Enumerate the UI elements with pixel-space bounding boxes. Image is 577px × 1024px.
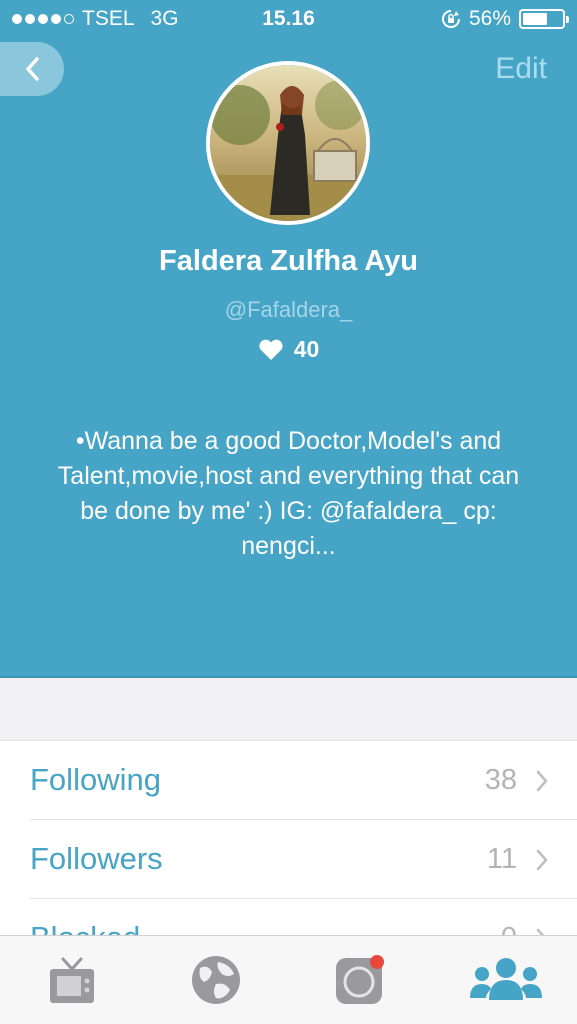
profile-name: Faldera Zulfha Ayu (159, 245, 418, 277)
heart-icon (259, 339, 283, 360)
list-item-count: 38 (484, 763, 517, 796)
followers-row[interactable]: Followers 11 (30, 820, 577, 899)
chevron-right-icon (536, 770, 548, 792)
chevron-right-icon (536, 849, 548, 871)
section-spacer (0, 676, 577, 740)
status-right: 56% (441, 7, 569, 31)
people-icon (470, 958, 542, 1000)
chevron-left-icon (26, 57, 39, 81)
status-bar: TSEL 3G 15.16 56% (0, 0, 577, 40)
edit-button[interactable]: Edit (495, 52, 547, 86)
list-item-count: 11 (486, 842, 517, 875)
likes-count: 40 (0, 336, 577, 363)
list-item-label: Followers (30, 841, 163, 876)
tab-people[interactable] (466, 952, 546, 1008)
battery-percent: 56% (468, 7, 511, 30)
battery-icon (519, 9, 569, 29)
blocked-row[interactable]: Blocked 0 (30, 899, 577, 940)
tab-bar (0, 935, 577, 1024)
tab-record[interactable] (330, 952, 390, 1008)
tv-icon (50, 957, 94, 1003)
tab-tv[interactable] (42, 952, 102, 1008)
camera-record-icon (336, 955, 384, 1004)
rotation-lock-icon (442, 10, 460, 28)
avatar-photo (210, 65, 366, 221)
profile-header: TSEL 3G 15.16 56% Edit Faldera Zulfha Ay… (0, 0, 577, 676)
list-item-label: Following (30, 762, 161, 797)
profile-handle: @Fafaldera_ (224, 297, 353, 322)
back-button[interactable] (0, 42, 64, 96)
globe-icon (192, 956, 240, 1004)
profile-stats-list: Following 38 Followers 11 Blocked 0 (0, 740, 577, 940)
likes-value: 40 (293, 336, 320, 362)
following-row[interactable]: Following 38 (30, 741, 577, 820)
profile-bio: •Wanna be a good Doctor,Model's and Tale… (57, 427, 520, 560)
tab-globe[interactable] (186, 952, 246, 1008)
avatar[interactable] (206, 61, 370, 225)
